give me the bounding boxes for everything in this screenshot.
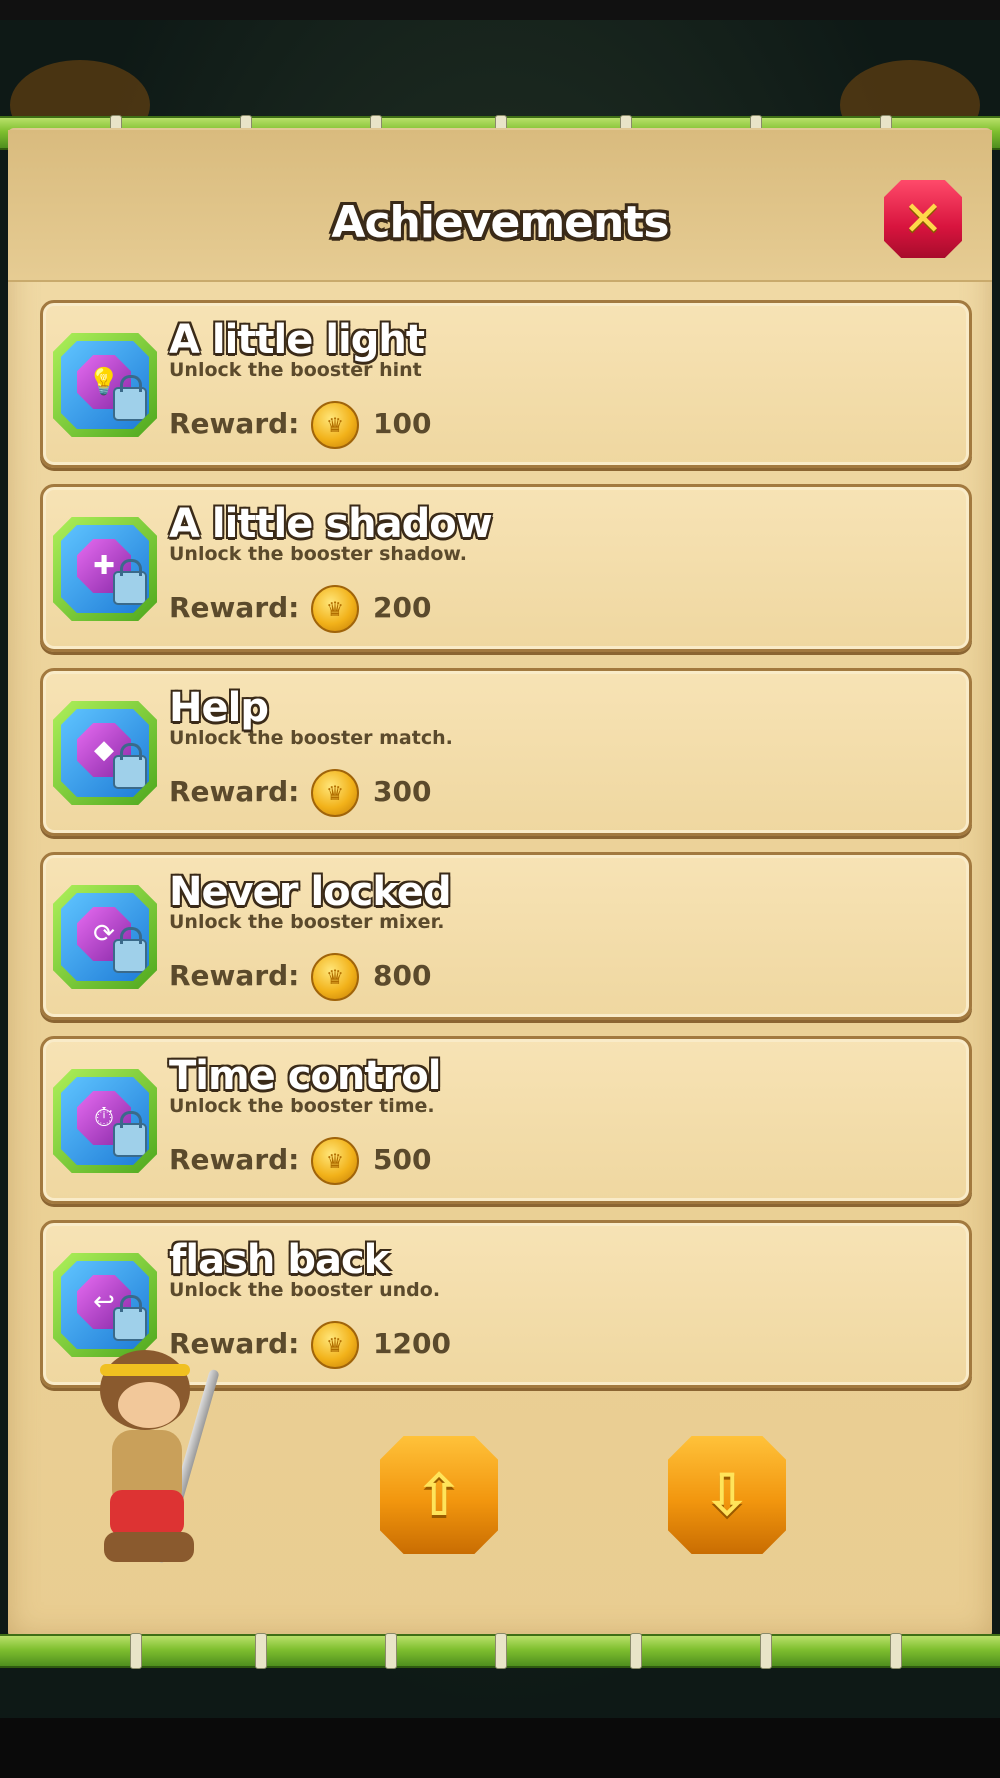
lightbulb-icon: 💡 bbox=[53, 333, 157, 437]
clock-icon: ⏱ bbox=[53, 1069, 157, 1173]
reward-label: Reward: bbox=[169, 959, 300, 992]
achievement-title: flash back bbox=[169, 1237, 390, 1283]
coin-icon: ♛ bbox=[311, 953, 359, 1001]
achievement-title: A little light bbox=[169, 317, 425, 363]
lock-icon bbox=[113, 559, 147, 605]
reward-value: 500 bbox=[373, 1143, 432, 1176]
scroll-down-button[interactable]: ⇩ bbox=[668, 1436, 786, 1554]
achievement-row: ⏱ Time control Unlock the booster time. … bbox=[40, 1036, 972, 1204]
match-icon: ◆ bbox=[53, 701, 157, 805]
reward-label: Reward: bbox=[169, 407, 300, 440]
achievement-row: ✚ A little shadow Unlock the booster sha… bbox=[40, 484, 972, 652]
arrow-down-icon: ⇩ bbox=[702, 1461, 752, 1529]
achievement-title: Time control bbox=[169, 1053, 441, 1099]
close-icon: ✕ bbox=[902, 191, 944, 247]
achievement-title: Help bbox=[169, 685, 269, 731]
reward-value: 800 bbox=[373, 959, 432, 992]
achievement-row: ◆ Help Unlock the booster match. Reward:… bbox=[40, 668, 972, 836]
lock-icon bbox=[113, 927, 147, 973]
coin-icon: ♛ bbox=[311, 769, 359, 817]
achievement-title: A little shadow bbox=[169, 501, 493, 547]
lock-icon bbox=[113, 1111, 147, 1157]
achievement-title: Never locked bbox=[169, 869, 452, 915]
reward-value: 300 bbox=[373, 775, 432, 808]
shadow-icon: ✚ bbox=[53, 517, 157, 621]
reward-label: Reward: bbox=[169, 591, 300, 624]
coin-icon: ♛ bbox=[311, 585, 359, 633]
achievement-row: 💡 A little light Unlock the booster hint… bbox=[40, 300, 972, 468]
reward-label: Reward: bbox=[169, 1143, 300, 1176]
scroll-up-button[interactable]: ⇧ bbox=[380, 1436, 498, 1554]
close-button[interactable]: ✕ bbox=[884, 180, 962, 258]
reward-label: Reward: bbox=[169, 775, 300, 808]
page-title: Achievements bbox=[331, 197, 669, 248]
reward-value: 1200 bbox=[373, 1327, 451, 1360]
arrow-up-icon: ⇧ bbox=[414, 1461, 464, 1529]
coin-icon: ♛ bbox=[311, 401, 359, 449]
monkey-mascot bbox=[70, 1320, 240, 1590]
lock-icon bbox=[113, 375, 147, 421]
coin-icon: ♛ bbox=[311, 1321, 359, 1369]
top-bar bbox=[0, 0, 1000, 20]
bottom-bar bbox=[0, 1718, 1000, 1778]
bamboo-bottom bbox=[0, 1633, 1000, 1669]
mixer-icon: ⟳ bbox=[53, 885, 157, 989]
achievement-row: ⟳ Never locked Unlock the booster mixer.… bbox=[40, 852, 972, 1020]
lock-icon bbox=[113, 743, 147, 789]
coin-icon: ♛ bbox=[311, 1137, 359, 1185]
reward-value: 100 bbox=[373, 407, 432, 440]
reward-value: 200 bbox=[373, 591, 432, 624]
